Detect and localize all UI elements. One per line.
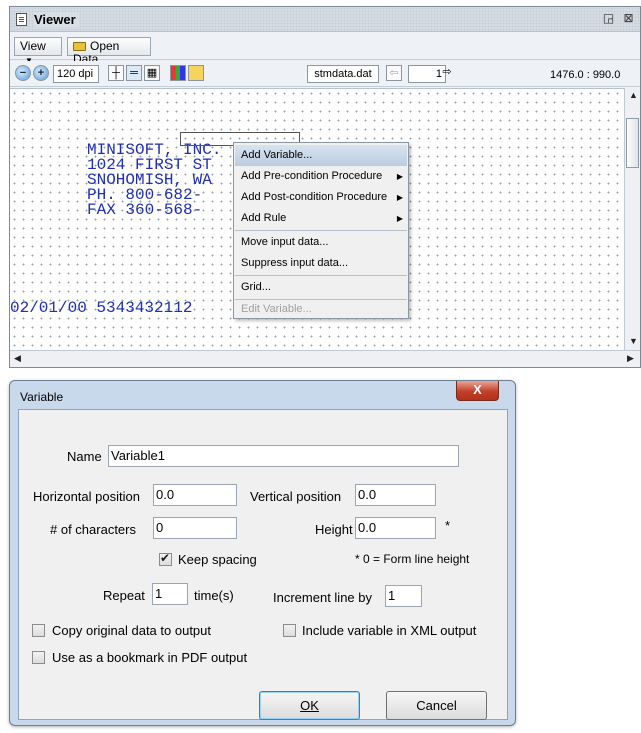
- open-data-button[interactable]: Open Data: [67, 37, 151, 66]
- document-data-line: 02/01/00 5343432112: [10, 299, 193, 317]
- menu-item-add-rule[interactable]: Add Rule ▶: [235, 208, 407, 229]
- viewer-title-bar[interactable]: Viewer ◲ ⊠: [10, 7, 640, 32]
- submenu-arrow-icon: ▶: [396, 172, 403, 181]
- context-menu: Add Variable... Add Pre-condition Proced…: [233, 142, 409, 319]
- scroll-down-arrow-icon[interactable]: ▼: [629, 336, 638, 346]
- scroll-right-arrow-icon[interactable]: ▶: [627, 353, 634, 364]
- dialog-title: Variable: [20, 390, 64, 404]
- variable-dialog: Variable X Name Variable1 Horizontal pos…: [9, 380, 516, 726]
- grid-horizontal-icon[interactable]: ═: [126, 65, 142, 81]
- vertical-position-label: Vertical position: [250, 489, 342, 504]
- restore-icon[interactable]: ◲: [601, 11, 616, 26]
- name-label: Name: [67, 449, 102, 464]
- menu-item-label: Move input data...: [241, 236, 329, 248]
- vertical-position-field[interactable]: 0.0: [355, 484, 436, 506]
- height-field[interactable]: 0.0: [355, 517, 436, 539]
- menu-item-add-pre-condition[interactable]: Add Pre-condition Procedure ▶: [235, 166, 407, 187]
- submenu-arrow-icon: ▶: [396, 193, 403, 202]
- include-xml-label: Include variable in XML output: [302, 623, 477, 638]
- viewer-menubar: View ▼ Open Data: [10, 33, 640, 66]
- keep-spacing-label: Keep spacing: [178, 552, 257, 567]
- menu-separator: [235, 230, 407, 231]
- scroll-left-arrow-icon[interactable]: ◀: [14, 353, 21, 364]
- pdf-bookmark-checkbox[interactable]: [32, 651, 45, 664]
- document-line: FAX 360-568-: [87, 201, 203, 219]
- menu-item-add-variable[interactable]: Add Variable...: [235, 145, 407, 166]
- menu-item-label: Add Post-condition Procedure: [241, 191, 388, 203]
- repeat-label: Repeat: [103, 588, 145, 603]
- dpi-select[interactable]: 120 dpi: [53, 65, 99, 83]
- dialog-body: Name Variable1 Horizontal position 0.0 V…: [18, 409, 508, 719]
- coordinates-readout: 1476.0 : 990.0: [550, 69, 621, 81]
- ok-button-label: OK: [300, 698, 319, 713]
- menu-item-suppress-input-data[interactable]: Suppress input data...: [235, 253, 407, 274]
- grid-vertical-icon[interactable]: ┼: [108, 65, 124, 81]
- menu-item-label: Grid...: [241, 281, 271, 293]
- next-page-arrow-icon[interactable]: ⇨: [439, 65, 455, 81]
- menu-item-move-input-data[interactable]: Move input data...: [235, 232, 407, 253]
- cancel-button-label: Cancel: [416, 698, 457, 713]
- dialog-close-button[interactable]: X: [456, 381, 499, 401]
- menu-item-label: Add Variable...: [241, 149, 313, 161]
- submenu-arrow-icon: ▶: [396, 214, 403, 223]
- height-asterisk: *: [445, 518, 451, 533]
- vertical-scroll-thumb[interactable]: [626, 118, 639, 168]
- grid-table-icon[interactable]: ▦: [144, 65, 160, 81]
- cancel-button[interactable]: Cancel: [386, 691, 487, 720]
- menu-item-edit-variable: Edit Variable...: [235, 299, 407, 320]
- menu-item-label: Suppress input data...: [241, 257, 349, 269]
- menu-item-grid[interactable]: Grid...: [235, 277, 407, 298]
- zoom-in-icon[interactable]: +: [33, 65, 49, 81]
- close-icon[interactable]: ⊠: [621, 11, 636, 26]
- horizontal-position-label: Horizontal position: [33, 489, 140, 504]
- pdf-bookmark-label: Use as a bookmark in PDF output: [52, 650, 248, 665]
- name-field[interactable]: Variable1: [108, 445, 459, 467]
- keep-spacing-checkbox[interactable]: [159, 551, 172, 566]
- height-note: * 0 = Form line height: [355, 552, 470, 566]
- menu-item-label: Edit Variable...: [241, 303, 312, 315]
- horizontal-scrollbar[interactable]: ◀ ▶: [10, 350, 640, 366]
- viewer-title: Viewer: [34, 12, 79, 27]
- menu-separator: [235, 275, 407, 276]
- repeat-field[interactable]: 1: [152, 583, 188, 605]
- vertical-scrollbar[interactable]: ▲ ▼: [624, 88, 640, 350]
- height-label: Height: [315, 522, 353, 537]
- view-menu-button[interactable]: View ▼: [14, 37, 62, 65]
- folder-icon: [73, 42, 86, 51]
- document-icon: [16, 13, 27, 26]
- increment-line-field[interactable]: 1: [385, 585, 422, 607]
- viewer-toolbar: − + 120 dpi ┼ ═ ▦ stmdata.dat ⇦ 1 ⇨ 1476…: [10, 61, 640, 87]
- scroll-up-arrow-icon[interactable]: ▲: [629, 90, 638, 100]
- view-menu-label: View: [20, 39, 46, 53]
- increment-line-label: Increment line by: [273, 590, 372, 605]
- dialog-button-bar: OK Cancel: [18, 684, 508, 720]
- copy-original-data-label: Copy original data to output: [52, 623, 211, 638]
- data-file-field[interactable]: stmdata.dat: [307, 65, 379, 83]
- characters-label: # of characters: [50, 522, 136, 537]
- color-palette-icon[interactable]: [170, 65, 186, 81]
- horizontal-position-field[interactable]: 0.0: [153, 484, 237, 506]
- include-xml-checkbox[interactable]: [283, 624, 296, 637]
- menu-item-add-post-condition[interactable]: Add Post-condition Procedure ▶: [235, 187, 407, 208]
- prev-page-arrow-icon[interactable]: ⇦: [386, 65, 402, 81]
- zoom-out-icon[interactable]: −: [15, 65, 31, 81]
- times-label: time(s): [194, 588, 234, 603]
- lock-icon[interactable]: [188, 65, 204, 81]
- close-icon: X: [473, 382, 482, 397]
- copy-original-data-checkbox[interactable]: [32, 624, 45, 637]
- ok-button[interactable]: OK: [259, 691, 360, 720]
- menu-item-label: Add Pre-condition Procedure: [241, 170, 383, 182]
- characters-field[interactable]: 0: [153, 517, 237, 539]
- menu-item-label: Add Rule: [241, 212, 287, 224]
